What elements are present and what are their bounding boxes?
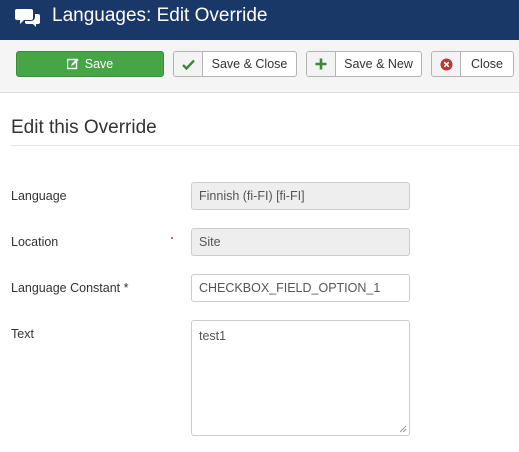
app-header: Languages: Edit Override [0, 0, 519, 40]
close-label: Close [471, 57, 503, 71]
close-button[interactable]: Close [431, 51, 514, 77]
divider [11, 145, 519, 146]
page-title: Languages: Edit Override [52, 5, 268, 26]
check-icon [174, 52, 203, 76]
comments-icon [15, 9, 40, 27]
location-field: Site [191, 228, 410, 256]
save-button-label: Save [84, 57, 114, 71]
section-title: Edit this Override [11, 117, 157, 138]
save-close-label: Save & Close [211, 57, 288, 71]
cancel-icon [432, 52, 461, 76]
marker-dot [171, 237, 173, 239]
edit-icon [66, 58, 79, 70]
save-new-label: Save & New [344, 57, 413, 71]
save-close-button[interactable]: Save & Close [173, 51, 297, 77]
text-value: test1 [199, 329, 227, 343]
language-constant-label: Language Constant * [11, 281, 129, 295]
language-label: Language [11, 189, 67, 203]
location-label: Location [11, 235, 59, 249]
text-label: Text [11, 327, 34, 341]
text-textarea[interactable]: test1 [191, 320, 410, 436]
language-field: Finnish (fi-FI) [fi-FI] [191, 182, 410, 210]
toolbar: Save Save & Close Save & New Close [0, 40, 519, 93]
save-button[interactable]: Save [16, 51, 164, 77]
save-new-button[interactable]: Save & New [306, 51, 422, 77]
plus-icon [307, 52, 336, 76]
language-constant-input[interactable]: CHECKBOX_FIELD_OPTION_1 [191, 274, 410, 302]
resize-handle-icon[interactable] [399, 425, 407, 433]
